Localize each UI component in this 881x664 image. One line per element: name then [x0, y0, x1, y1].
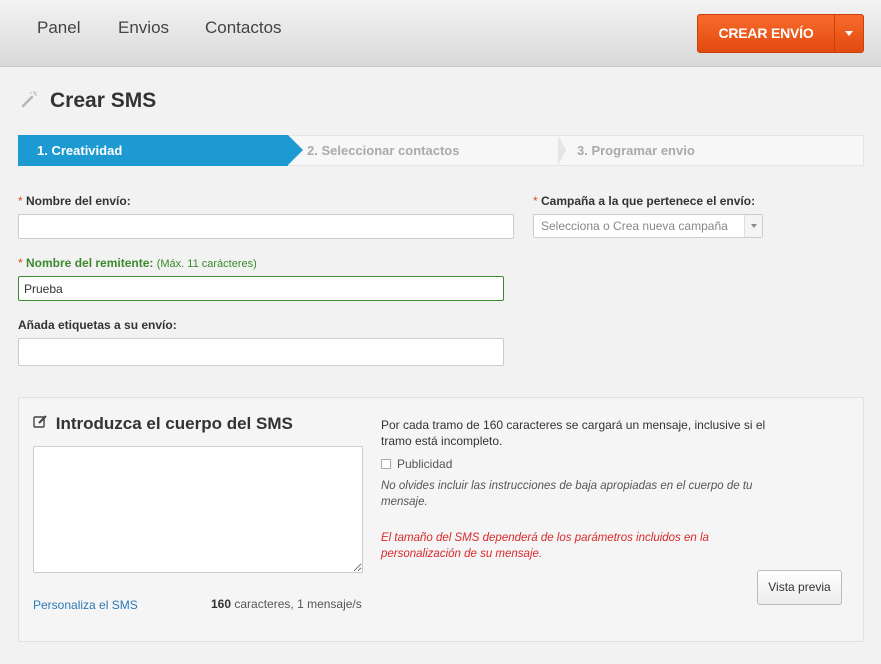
create-send-button[interactable]: CREAR ENVÍO [698, 15, 834, 52]
campaign-label: * Campaña a la que pertenece el envío: [533, 194, 755, 208]
tags-label: Añada etiquetas a su envío: [18, 318, 177, 332]
chevron-down-icon[interactable] [835, 15, 863, 52]
sender-name-hint: (Máx. 11 carácteres) [156, 258, 257, 270]
page-title: Crear SMS [50, 89, 157, 112]
create-send-button-group: CREAR ENVÍO [697, 14, 864, 53]
char-counter: 160 caracteres, 1 mensaje/s [211, 597, 362, 611]
dropdown-arrow-icon [744, 215, 762, 237]
publicidad-option[interactable]: Publicidad [381, 457, 452, 471]
nav-envios[interactable]: Envios [118, 18, 169, 38]
top-navbar: Panel Envios Contactos CREAR ENVÍO [0, 0, 881, 67]
info-tramo-text: Por cada tramo de 160 caracteres se carg… [381, 418, 766, 448]
publicidad-label: Publicidad [397, 457, 453, 471]
sender-name-input[interactable] [18, 276, 504, 301]
sms-body-panel: Introduzca el cuerpo del SMS Personaliza… [18, 397, 864, 642]
campaign-select[interactable]: Selecciona o Crea nueva campaña [533, 214, 763, 238]
send-name-label-text: Nombre del envío: [26, 194, 131, 208]
nav-contactos[interactable]: Contactos [205, 18, 282, 38]
step-seleccionar-contactos[interactable]: 2. Seleccionar contactos [288, 135, 566, 166]
sms-body-title: Introduzca el cuerpo del SMS [33, 414, 293, 434]
magic-wand-icon [21, 90, 39, 108]
info-baja-text: No olvides incluir las instrucciones de … [381, 480, 753, 508]
send-name-label: * Nombre del envío: [18, 194, 131, 208]
required-mark: * [533, 194, 538, 208]
required-mark: * [18, 194, 23, 208]
sender-name-label-text: Nombre del remitente: [26, 256, 154, 270]
edit-icon [33, 415, 47, 432]
publicidad-checkbox[interactable] [381, 459, 391, 469]
sender-name-label: * Nombre del remitente: (Máx. 11 carácte… [18, 256, 257, 270]
step-creatividad[interactable]: 1. Creatividad [18, 135, 303, 166]
char-count-value: 160 [211, 597, 232, 611]
preview-button[interactable]: Vista previa [757, 570, 842, 605]
step-programar-envio[interactable]: 3. Programar envio [558, 135, 864, 166]
tags-input[interactable] [18, 338, 504, 366]
campaign-label-text: Campaña a la que pertenece el envío: [541, 194, 756, 208]
wizard-steps: 1. Creatividad 2. Seleccionar contactos … [18, 135, 864, 166]
nav-panel[interactable]: Panel [37, 18, 80, 38]
send-name-input[interactable] [18, 214, 514, 239]
char-count-text: caracteres, 1 mensaje/s [234, 597, 362, 611]
personalize-sms-link[interactable]: Personaliza el SMS [33, 598, 138, 612]
required-mark: * [18, 256, 23, 270]
sms-body-title-text: Introduzca el cuerpo del SMS [55, 414, 293, 433]
campaign-select-placeholder: Selecciona o Crea nueva campaña [541, 219, 728, 233]
sms-body-textarea[interactable] [33, 446, 363, 573]
info-tamano-warning: El tamaño del SMS dependerá de los parám… [381, 532, 709, 560]
